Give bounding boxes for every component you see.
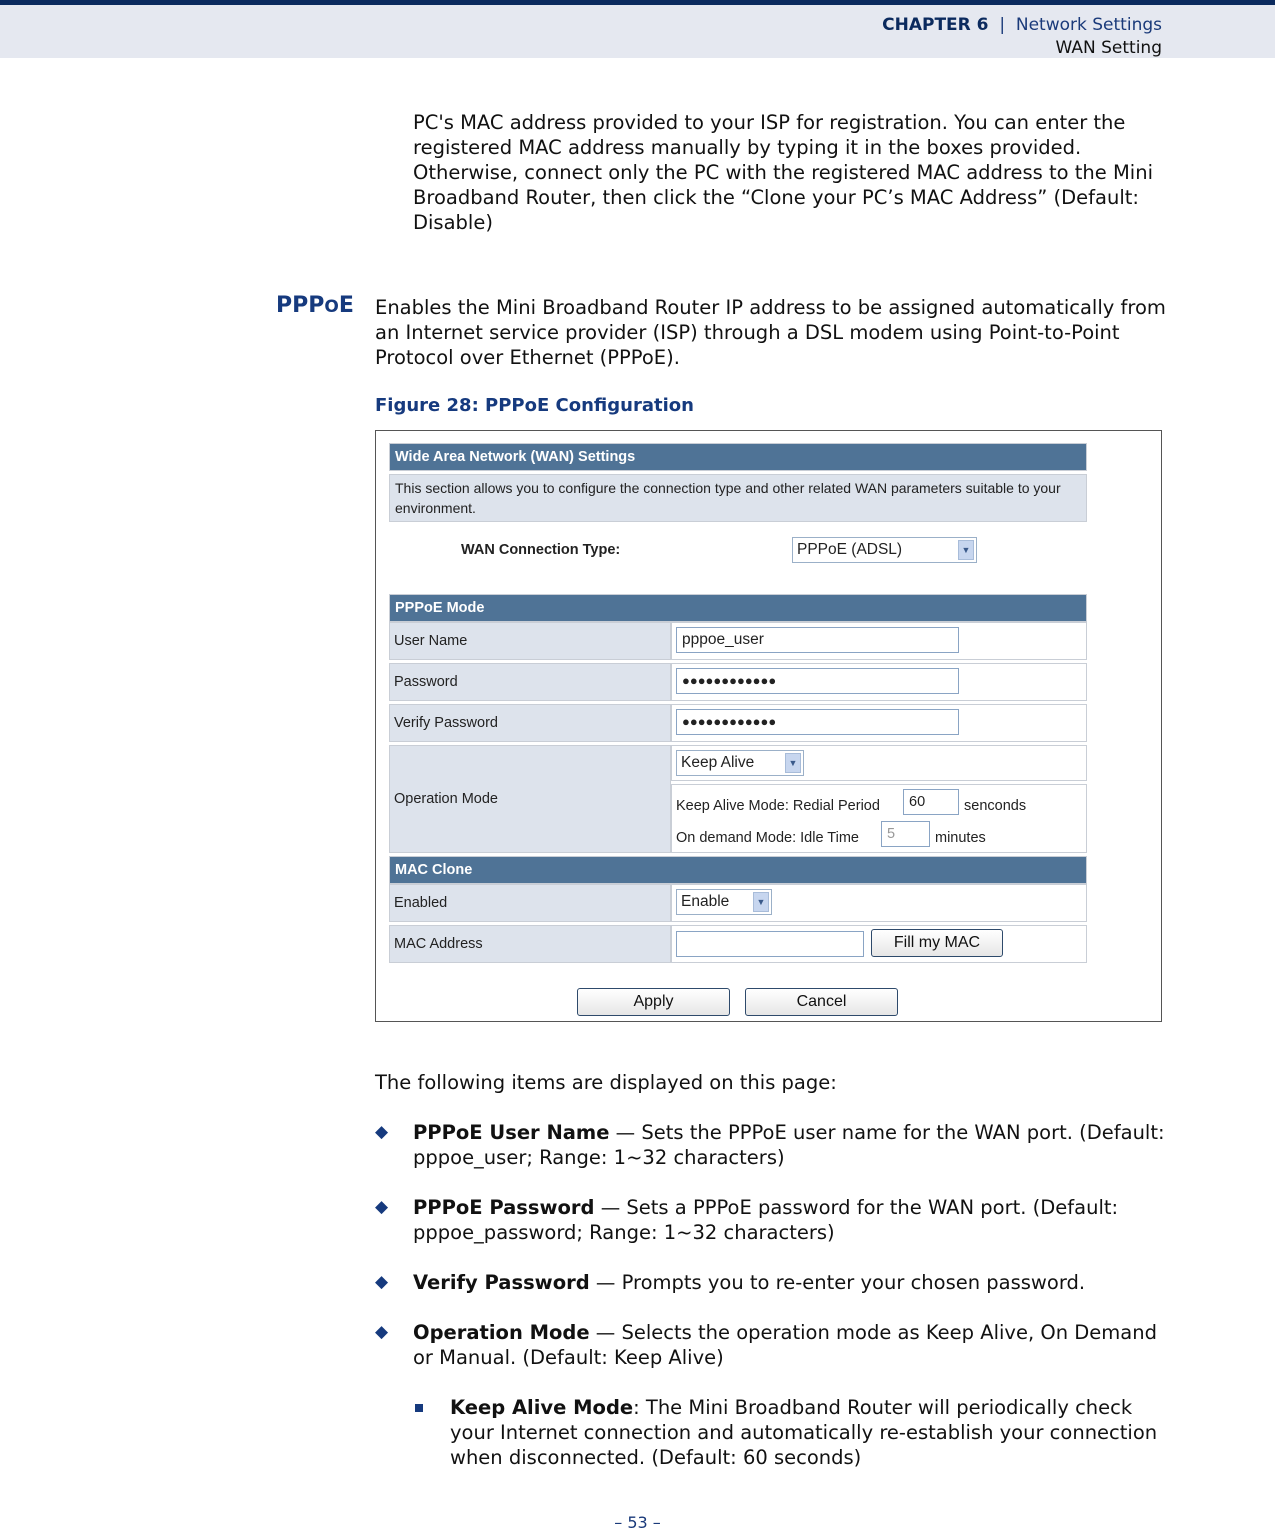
user-name-input[interactable]: pppoe_user <box>676 627 959 653</box>
bullet-term: Verify Password <box>413 1271 590 1294</box>
wan-settings-header: Wide Area Network (WAN) Settings <box>389 443 1087 471</box>
sub-bullet-term: Keep Alive Mode <box>450 1396 634 1419</box>
figure-caption: Figure 28: PPPoE Configuration <box>375 395 694 416</box>
user-name-label: User Name <box>389 622 671 660</box>
chapter-label: CHAPTER 6 <box>882 15 989 35</box>
diamond-bullet-icon: ◆ <box>375 1272 389 1292</box>
chevron-down-icon: ▼ <box>958 540 974 560</box>
section-title-small: O <box>324 297 339 317</box>
diamond-bullet-icon: ◆ <box>375 1322 389 1342</box>
apply-button[interactable]: Apply <box>577 988 730 1016</box>
mac-clone-header: MAC Clone <box>389 856 1087 884</box>
mac-address-input[interactable] <box>676 931 864 957</box>
page-header: CHAPTER 6 | Network Settings WAN Setting <box>0 5 1275 58</box>
operation-mode-row: Operation Mode Keep Alive ▼ <box>389 745 1087 853</box>
wan-settings-description: This section allows you to configure the… <box>389 474 1087 522</box>
pppoe-mode-header: PPPoE Mode <box>389 594 1087 622</box>
on-demand-label: On demand Mode: Idle Time <box>676 830 859 847</box>
subsection-label: WAN Setting <box>1055 38 1163 58</box>
mac-address-label: MAC Address <box>389 925 671 963</box>
mac-clone-form: Enabled Enable ▼ MAC Address Fill my MAC <box>389 881 1087 966</box>
section-title-main: PPP <box>276 293 325 318</box>
verify-password-row: Verify Password ●●●●●●●●●●●● <box>389 704 1087 742</box>
section-description: Enables the Mini Broadband Router IP add… <box>375 296 1166 369</box>
intro-paragraph: PC's MAC address provided to your ISP fo… <box>413 111 1153 234</box>
user-name-row: User Name pppoe_user <box>389 622 1087 660</box>
operation-mode-select[interactable]: Keep Alive ▼ <box>676 750 804 776</box>
enabled-row: Enabled Enable ▼ <box>389 884 1087 922</box>
section-title-end: E <box>338 293 354 318</box>
section-title: PPPOE <box>276 293 354 318</box>
square-bullet-icon <box>415 1404 423 1412</box>
connection-type-label: WAN Connection Type: <box>461 542 621 558</box>
bullet-term: Operation Mode <box>413 1321 590 1344</box>
cancel-button[interactable]: Cancel <box>745 988 898 1016</box>
chapter-heading: CHAPTER 6 | Network Settings <box>882 15 1162 35</box>
operation-mode-label: Operation Mode <box>389 745 671 853</box>
on-demand-unit: minutes <box>935 830 986 847</box>
wan-settings-panel: Wide Area Network (WAN) Settings This se… <box>389 443 1087 1026</box>
chevron-down-icon: ▼ <box>753 892 769 912</box>
idle-time-input[interactable]: 5 <box>881 821 930 848</box>
connection-type-row: WAN Connection Type: PPPoE (ADSL) ▼ <box>389 522 1087 594</box>
redial-period-input[interactable]: 60 <box>903 789 959 816</box>
fill-my-mac-button[interactable]: Fill my MAC <box>871 929 1003 957</box>
keep-alive-label: Keep Alive Mode: Redial Period <box>676 798 880 815</box>
operation-mode-value: Keep Alive <box>681 754 755 771</box>
connection-type-select[interactable]: PPPoE (ADSL) ▼ <box>792 537 977 563</box>
password-row: Password ●●●●●●●●●●●● <box>389 663 1087 701</box>
figure-frame: Wide Area Network (WAN) Settings This se… <box>375 430 1162 1022</box>
bullet-term: PPPoE Password <box>413 1196 595 1219</box>
pppoe-form: User Name pppoe_user Password ●●●●●●●●●●… <box>389 619 1087 856</box>
bullet-text: — Prompts you to re-enter your chosen pa… <box>589 1271 1086 1294</box>
mac-clone-select[interactable]: Enable ▼ <box>676 889 772 915</box>
bullet-term: PPPoE User Name <box>413 1121 610 1144</box>
keep-alive-unit: senconds <box>964 798 1027 815</box>
password-label: Password <box>389 663 671 701</box>
diamond-bullet-icon: ◆ <box>375 1197 389 1217</box>
header-separator: | <box>999 15 1006 35</box>
connection-type-value: PPPoE (ADSL) <box>797 541 903 558</box>
section-label: Network Settings <box>1015 15 1162 35</box>
diamond-bullet-icon: ◆ <box>375 1122 389 1142</box>
password-input[interactable]: ●●●●●●●●●●●● <box>676 668 959 694</box>
enabled-label: Enabled <box>389 884 671 922</box>
verify-password-label: Verify Password <box>389 704 671 742</box>
chevron-down-icon: ▼ <box>785 753 801 773</box>
page-number: – 53 – <box>614 1513 661 1532</box>
action-buttons: Apply Cancel <box>389 966 1087 1026</box>
mac-address-row: MAC Address Fill my MAC <box>389 925 1087 963</box>
verify-password-input[interactable]: ●●●●●●●●●●●● <box>676 709 959 735</box>
mac-clone-value: Enable <box>681 893 730 910</box>
items-intro: The following items are displayed on thi… <box>375 1071 837 1094</box>
